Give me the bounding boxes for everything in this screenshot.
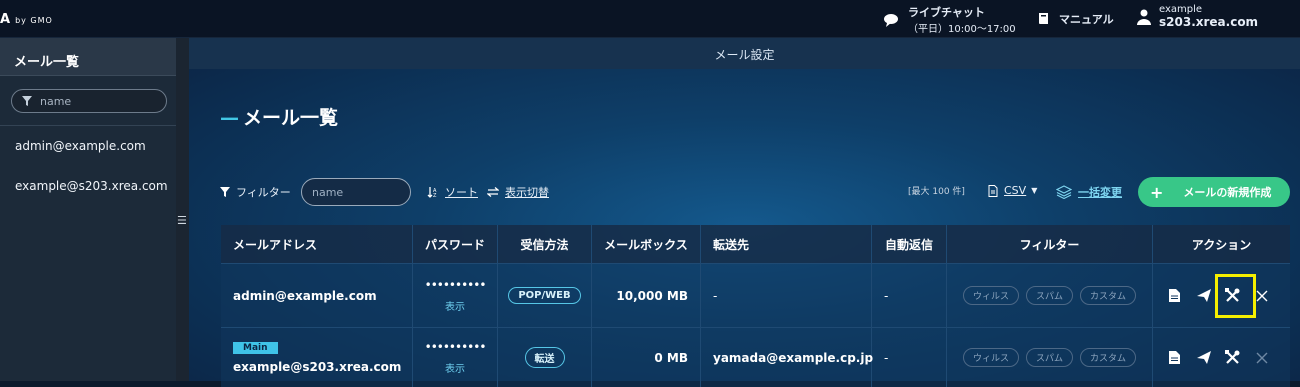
chat-icon [884, 13, 898, 27]
autoreply-value: - [872, 264, 947, 327]
autoreply-value: - [872, 328, 947, 387]
page-title: — メール一覧 [220, 103, 338, 130]
manual-link[interactable]: マニュアル [1037, 11, 1114, 27]
logo[interactable]: Aby GMO [0, 12, 53, 27]
virus-filter-tag[interactable]: ウィルス [962, 348, 1019, 367]
sort-label: ソート [445, 186, 478, 199]
table-row[interactable]: admin@example.com •••••••••• 表示 POP/WEB … [221, 263, 1290, 327]
book-icon [1039, 13, 1048, 24]
column-header: 転送先 [701, 225, 872, 263]
highlight-box [1215, 274, 1256, 318]
main-header: メール設定 [189, 38, 1300, 69]
document-icon [988, 184, 998, 197]
sidebar-title: メール一覧 [0, 38, 176, 76]
live-chat-link[interactable]: ライブチャット （平日）10:00〜17:00 [884, 4, 1016, 35]
bulk-change-label: 一括変更 [1078, 186, 1122, 199]
sidebar-item-example[interactable]: example@s203.xrea.com [0, 166, 176, 206]
mail-address[interactable]: example@s203.xrea.com [233, 360, 401, 374]
name-filter-input[interactable]: name [301, 178, 411, 206]
sidebar-search-placeholder: name [40, 94, 72, 108]
chat-hours: （平日）10:00〜17:00 [908, 24, 1016, 35]
account-user: example [1159, 4, 1203, 15]
password-show-link[interactable]: 表示 [445, 298, 465, 313]
custom-filter-tag[interactable]: カスタム [1080, 348, 1137, 367]
sidebar-search-input[interactable]: name [11, 89, 167, 113]
forward-address: - [701, 264, 872, 327]
sort-icon: AZ [427, 187, 437, 198]
spam-filter-tag[interactable]: スパム [1025, 286, 1073, 305]
method-badge: POP/WEB [508, 287, 581, 304]
column-header: 自動返信 [872, 225, 947, 263]
csv-label: CSV [1004, 184, 1027, 197]
mailbox-size: 0 MB [592, 328, 701, 387]
tools-icon[interactable] [1222, 350, 1244, 365]
filter-tags: ウィルス スパム カスタム [947, 264, 1153, 327]
create-mail-label: メールの新規作成 [1183, 186, 1272, 199]
action-cell [1153, 328, 1290, 387]
caret-down-icon: ▼ [1031, 186, 1038, 195]
bulk-change-button[interactable]: 一括変更 [1056, 184, 1122, 200]
sidebar-toggle[interactable]: ☰ [176, 38, 189, 381]
svg-text:Z: Z [433, 193, 437, 198]
view-toggle-button[interactable]: 表示切替 [487, 184, 549, 200]
name-filter-placeholder: name [312, 186, 344, 199]
account-menu[interactable]: example s203.xrea.com [1137, 4, 1258, 29]
filter-icon [220, 187, 230, 197]
title-dash: — [220, 107, 239, 129]
document-icon[interactable] [1164, 289, 1186, 302]
send-icon[interactable] [1193, 351, 1215, 364]
hamburger-icon: ☰ [177, 214, 187, 227]
page-title-text: メール一覧 [243, 107, 339, 129]
manual-label: マニュアル [1059, 13, 1114, 26]
plus-icon: + [1150, 182, 1164, 202]
column-header: 受信方法 [498, 225, 592, 263]
method-badge: 転送 [524, 347, 565, 368]
document-icon[interactable] [1164, 351, 1186, 364]
table-header-row: メールアドレス パスワード 受信方法 メールボックス 転送先 自動返信 フィルタ… [221, 225, 1290, 263]
column-header: フィルター [947, 225, 1153, 263]
mailbox-size: 10,000 MB [592, 264, 701, 327]
filter-icon [22, 96, 32, 106]
table-row[interactable]: Main example@s203.xrea.com •••••••••• 表示… [221, 327, 1290, 387]
swap-icon [487, 187, 499, 197]
filter-label: フィルター [236, 186, 291, 199]
column-header: メールボックス [592, 225, 701, 263]
account-host: s203.xrea.com [1159, 15, 1259, 29]
sidebar: メール一覧 name admin@example.com example@s20… [0, 38, 176, 381]
sidebar-item-admin[interactable]: admin@example.com [0, 126, 176, 166]
forward-address: yamada@example.cp.jp [701, 328, 873, 387]
custom-filter-tag[interactable]: カスタム [1080, 286, 1137, 305]
send-icon[interactable] [1193, 289, 1215, 302]
password-mask: •••••••••• [424, 340, 487, 354]
mail-address[interactable]: admin@example.com [221, 264, 413, 327]
sort-button[interactable]: AZ ソート [427, 184, 478, 200]
column-header: メールアドレス [221, 225, 413, 263]
method-cell: 転送 [498, 328, 592, 387]
virus-filter-tag[interactable]: ウィルス [962, 286, 1019, 305]
csv-dropdown[interactable]: CSV ▼ [988, 184, 1037, 197]
layers-icon [1056, 185, 1072, 199]
main-panel: メール設定 — メール一覧 フィルター name AZ ソート 表示切替 [最大 … [189, 38, 1300, 387]
max-count: [最大 100 件] [908, 187, 965, 197]
sidebar-mail-list: admin@example.com example@s203.xrea.com [0, 125, 176, 206]
column-header: パスワード [413, 225, 498, 263]
filter-button[interactable]: フィルター [220, 184, 291, 200]
column-header: アクション [1191, 237, 1252, 252]
password-show-link[interactable]: 表示 [445, 360, 465, 375]
spam-filter-tag[interactable]: スパム [1025, 348, 1073, 367]
mail-address-cell: Main example@s203.xrea.com [221, 328, 413, 387]
top-bar: Aby GMO ライブチャット （平日）10:00〜17:00 マニュアル ex… [0, 0, 1300, 38]
method-cell: POP/WEB [498, 264, 592, 327]
filter-tags: ウィルス スパム カスタム [947, 328, 1153, 387]
main-badge: Main [233, 341, 278, 354]
password-cell: •••••••••• 表示 [413, 264, 498, 327]
user-icon [1137, 9, 1151, 25]
chat-title: ライブチャット [908, 6, 985, 19]
create-mail-button[interactable]: + メールの新規作成 [1138, 177, 1290, 207]
password-cell: •••••••••• 表示 [413, 328, 498, 387]
view-toggle-label: 表示切替 [505, 186, 549, 199]
close-icon[interactable] [1251, 352, 1273, 364]
password-mask: •••••••••• [424, 278, 487, 292]
